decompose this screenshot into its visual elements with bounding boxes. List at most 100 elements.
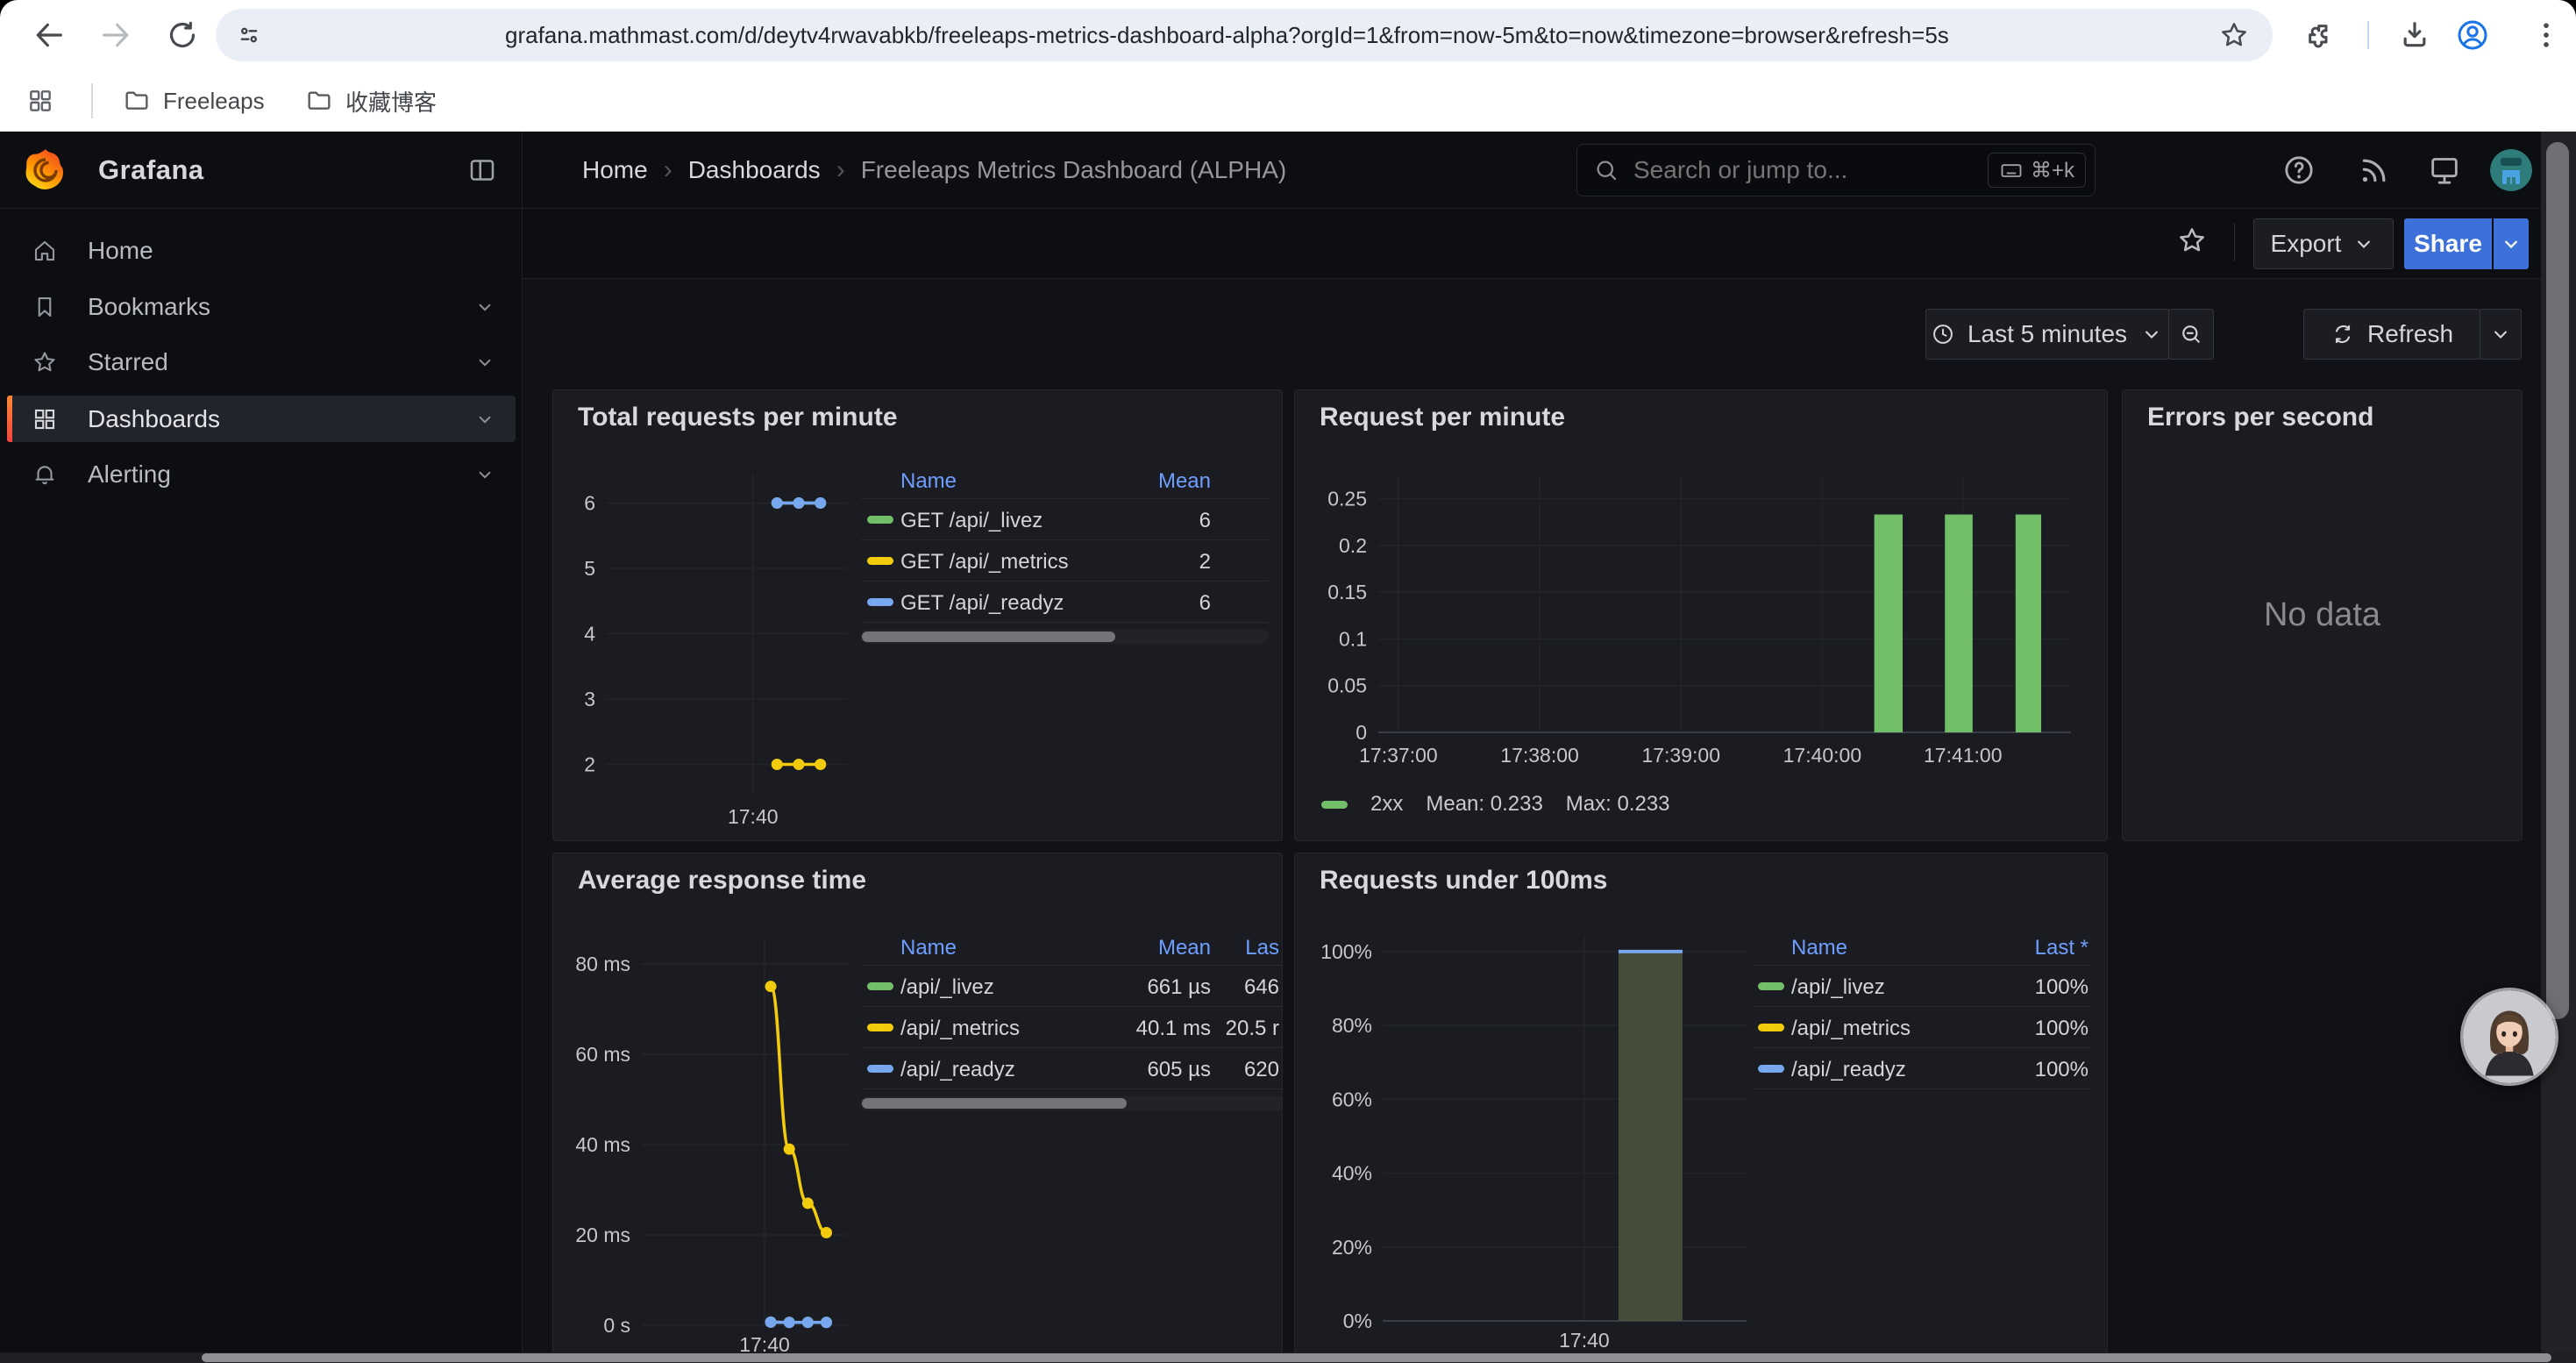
site-info-icon[interactable] bbox=[237, 23, 261, 47]
panel-title[interactable]: Requests under 100ms bbox=[1320, 866, 1607, 896]
reload-button[interactable] bbox=[165, 18, 200, 53]
legend-row[interactable]: /api/_livez100% bbox=[1751, 966, 2093, 1007]
chevron-down-icon[interactable] bbox=[473, 408, 496, 431]
breadcrumb-current: Freeleaps Metrics Dashboard (ALPHA) bbox=[861, 156, 1287, 184]
legend-hscrollbar-thumb[interactable] bbox=[862, 632, 1115, 642]
bookmark-folder-freeleaps[interactable]: Freeleaps bbox=[123, 70, 265, 132]
legend-hscrollbar[interactable] bbox=[860, 630, 1269, 644]
share-menu-button[interactable] bbox=[2494, 218, 2529, 269]
svg-text:80%: 80% bbox=[1332, 1014, 1372, 1037]
browser-window: Freeleaps 收藏博客 Grafana Ho bbox=[0, 0, 2576, 1363]
monitor-icon[interactable] bbox=[2427, 153, 2462, 188]
breadcrumb-home[interactable]: Home bbox=[582, 156, 648, 184]
back-button[interactable] bbox=[32, 18, 67, 53]
apps-grid-icon[interactable] bbox=[26, 87, 54, 115]
sidebar-item-starred[interactable]: Starred bbox=[7, 345, 516, 380]
panel-title[interactable]: Request per minute bbox=[1320, 403, 1565, 432]
sidebar-item-label: Dashboards bbox=[88, 405, 220, 433]
sidebar-divider bbox=[522, 132, 523, 1363]
legend-row[interactable]: /api/_readyz605 µs620 bbox=[860, 1048, 1283, 1089]
horizontal-scrollbar-thumb[interactable] bbox=[202, 1353, 2551, 1362]
legend-value: 620 bbox=[860, 1058, 1279, 1082]
chevron-down-icon[interactable] bbox=[473, 296, 496, 318]
help-icon[interactable] bbox=[2281, 153, 2316, 188]
svg-text:17:40: 17:40 bbox=[728, 805, 779, 828]
bookmark-star-icon[interactable] bbox=[2218, 19, 2250, 51]
downloads-icon[interactable] bbox=[2397, 18, 2432, 53]
sidebar-item-dashboards[interactable]: Dashboards bbox=[7, 396, 516, 442]
legend-series-name: 2xx bbox=[1370, 792, 1403, 817]
grafana-logo[interactable] bbox=[23, 147, 68, 193]
keyboard-icon bbox=[1999, 158, 2024, 182]
legend-inline[interactable]: 2xxMean: 0.233Max: 0.233 bbox=[1321, 792, 1670, 817]
dock-menu-icon[interactable] bbox=[466, 154, 498, 186]
legend-row[interactable]: /api/_livez661 µs646 bbox=[860, 966, 1283, 1007]
search-input[interactable] bbox=[1633, 156, 1923, 184]
legend-column-header[interactable]: Las bbox=[860, 936, 1279, 960]
panel-title[interactable]: Errors per second bbox=[2147, 403, 2373, 432]
sidebar-item-alerting[interactable]: Alerting bbox=[7, 457, 516, 492]
zoom-out-icon bbox=[2179, 322, 2203, 346]
assistant-avatar-overlay[interactable] bbox=[2460, 988, 2558, 1086]
bookmark-label: Freeleaps bbox=[163, 88, 265, 115]
favorite-star-icon[interactable] bbox=[2176, 225, 2208, 256]
search-icon bbox=[1593, 157, 1619, 183]
zoom-out-button[interactable] bbox=[2168, 309, 2214, 360]
legend-value: 6 bbox=[860, 591, 1211, 616]
star-icon bbox=[32, 349, 58, 375]
panel-request-per-minute: 0.250.20.150.10.05017:37:0017:38:0017:39… bbox=[1294, 389, 2108, 841]
legend-value: 2 bbox=[860, 550, 1211, 574]
legend-row[interactable]: GET /api/_readyz6 bbox=[860, 582, 1269, 623]
legend-row[interactable]: GET /api/_metrics2 bbox=[860, 540, 1269, 582]
time-range-picker[interactable]: Last 5 minutes bbox=[1925, 309, 2169, 360]
sidebar-item-bookmarks[interactable]: Bookmarks bbox=[7, 289, 516, 325]
series-color-swatch bbox=[1321, 801, 1348, 809]
profile-icon[interactable] bbox=[2455, 18, 2490, 53]
legend-row[interactable]: /api/_readyz100% bbox=[1751, 1048, 2093, 1089]
export-button[interactable]: Export bbox=[2253, 218, 2394, 269]
user-avatar[interactable] bbox=[2490, 149, 2532, 191]
share-button[interactable]: Share bbox=[2404, 218, 2492, 269]
news-rss-icon[interactable] bbox=[2357, 153, 2392, 188]
browser-menu-icon[interactable] bbox=[2529, 18, 2564, 53]
extensions-icon[interactable] bbox=[2304, 20, 2334, 50]
breadcrumb-separator: › bbox=[664, 155, 672, 185]
panel-title[interactable]: Average response time bbox=[578, 866, 866, 896]
legend-hscrollbar[interactable] bbox=[860, 1096, 1283, 1110]
subheader-divider bbox=[523, 278, 2576, 279]
panel-total-requests: 6543217:40NameMeanGET /api/_livez6GET /a… bbox=[552, 389, 1283, 841]
legend-value: 100% bbox=[1751, 975, 2089, 1000]
sidebar-item-label: Alerting bbox=[88, 460, 171, 489]
legend-column-header[interactable]: Last * bbox=[1751, 936, 2089, 960]
chevron-down-icon[interactable] bbox=[473, 463, 496, 486]
search-bar[interactable]: ⌘+k bbox=[1576, 144, 2096, 196]
url-input[interactable] bbox=[505, 9, 2171, 61]
bookmarks-bar: Freeleaps 收藏博客 bbox=[0, 70, 2576, 132]
header-divider bbox=[0, 208, 2576, 209]
refresh-interval-button[interactable] bbox=[2480, 309, 2522, 360]
legend-row[interactable]: GET /api/_livez6 bbox=[860, 499, 1269, 540]
legend-row[interactable]: /api/_metrics40.1 ms20.5 r bbox=[860, 1007, 1283, 1048]
svg-text:0.15: 0.15 bbox=[1327, 581, 1367, 603]
legend-row[interactable]: /api/_metrics100% bbox=[1751, 1007, 2093, 1048]
sidebar-item-home[interactable]: Home bbox=[7, 233, 516, 268]
folder-icon bbox=[123, 87, 151, 115]
refresh-button[interactable]: Refresh bbox=[2303, 309, 2480, 360]
no-data-message: No data bbox=[2123, 390, 2522, 840]
panel-average-response-time: 80 ms60 ms40 ms20 ms0 s17:40NameMeanLas/… bbox=[552, 853, 1283, 1363]
svg-text:17:40:00: 17:40:00 bbox=[1783, 744, 1862, 767]
legend-table: NameLast */api/_livez100%/api/_metrics10… bbox=[1751, 929, 2093, 1089]
svg-text:0: 0 bbox=[1356, 721, 1367, 744]
legend-hscrollbar-thumb[interactable] bbox=[862, 1098, 1127, 1109]
breadcrumb-dashboards[interactable]: Dashboards bbox=[688, 156, 821, 184]
chevron-down-icon[interactable] bbox=[473, 351, 496, 374]
panel-title[interactable]: Total requests per minute bbox=[578, 403, 898, 432]
vertical-scrollbar-thumb[interactable] bbox=[2546, 142, 2569, 1019]
address-bar[interactable] bbox=[216, 9, 2273, 61]
dashboards-icon bbox=[32, 406, 58, 432]
forward-button[interactable] bbox=[98, 18, 133, 53]
legend-value: 20.5 r bbox=[860, 1017, 1279, 1041]
legend-column-header[interactable]: Mean bbox=[860, 469, 1211, 494]
bookmark-folder-blogs[interactable]: 收藏博客 bbox=[305, 70, 437, 132]
svg-text:40 ms: 40 ms bbox=[575, 1133, 630, 1156]
